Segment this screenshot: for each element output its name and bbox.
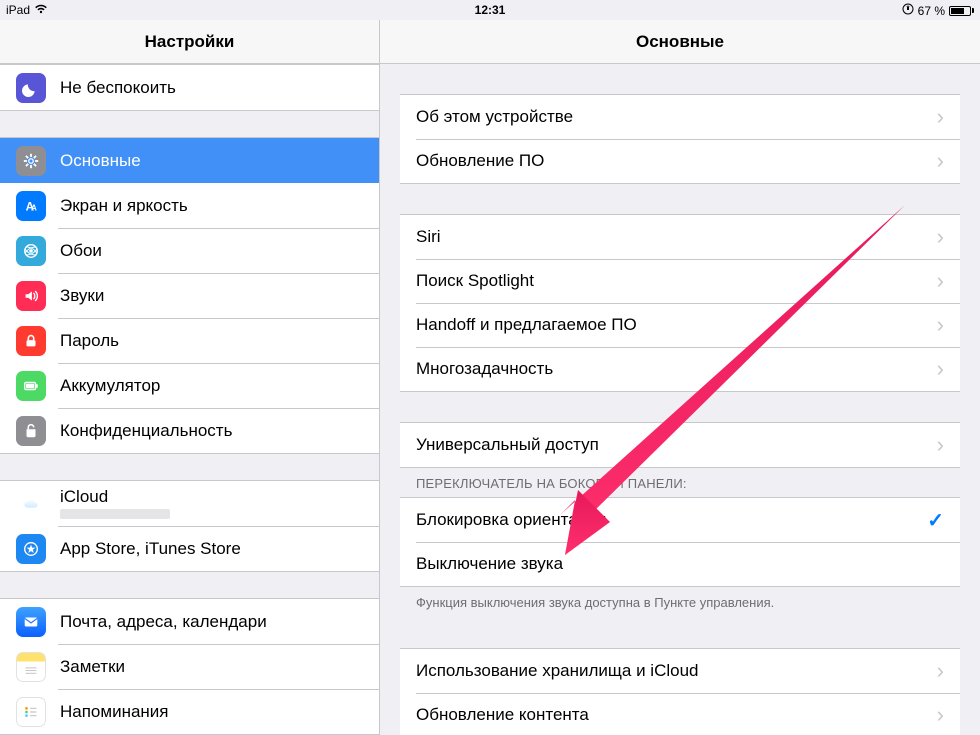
wifi-icon: [34, 3, 48, 17]
detail-row-multitasking[interactable]: Многозадачность›: [400, 347, 960, 391]
sidebar-item-label: Почта, адреса, календари: [60, 612, 363, 632]
detail-row-label: Handoff и предлагаемое ПО: [416, 315, 937, 335]
section-header-side-switch: ПЕРЕКЛЮЧАТЕЛЬ НА БОКОВОЙ ПАНЕЛИ:: [380, 468, 980, 497]
sidebar-item-sublabel: [60, 509, 170, 519]
sidebar-item-label: Конфиденциальность: [60, 421, 363, 441]
detail-row-spotlight[interactable]: Поиск Spotlight›: [400, 259, 960, 303]
settings-sidebar: Настройки Не беспокоить Основные AA Экран и…: [0, 20, 380, 735]
detail-row-software_update[interactable]: Обновление ПО›: [400, 139, 960, 183]
chevron-right-icon: ›: [937, 312, 944, 338]
sidebar-item-label: Основные: [60, 151, 363, 171]
detail-row-label: Многозадачность: [416, 359, 937, 379]
checkmark-icon: ✓: [927, 508, 944, 533]
orientation-lock-icon: [902, 3, 914, 18]
detail-row-label: Siri: [416, 227, 937, 247]
chevron-right-icon: ›: [937, 356, 944, 382]
detail-pane: Основные Об этом устройстве›Обновление П…: [380, 20, 980, 735]
section-footer-side-switch: Функция выключения звука доступна в Пунк…: [380, 587, 980, 618]
battery-icon: [949, 6, 974, 16]
chevron-right-icon: ›: [937, 658, 944, 684]
detail-row-label: Поиск Spotlight: [416, 271, 937, 291]
mail-icon: [16, 607, 46, 637]
sidebar-item-label: Экран и яркость: [60, 196, 363, 216]
wallpaper-icon: [16, 236, 46, 266]
battery-percentage: 67 %: [918, 4, 945, 18]
sidebar-item-reminders[interactable]: Напоминания: [0, 689, 379, 734]
sidebar-item-label: Пароль: [60, 331, 363, 351]
reminders-icon: [16, 697, 46, 727]
chevron-right-icon: ›: [937, 268, 944, 294]
lock-icon: [16, 326, 46, 356]
detail-row-lock_rotation[interactable]: Блокировка ориентации✓: [400, 498, 960, 542]
detail-row-accessibility[interactable]: Универсальный доступ›: [400, 423, 960, 467]
privacy-icon: [16, 416, 46, 446]
sidebar-item-label: Заметки: [60, 657, 363, 677]
sound-icon: [16, 281, 46, 311]
sidebar-item-sounds[interactable]: Звуки: [0, 273, 379, 318]
detail-row-label: Универсальный доступ: [416, 435, 937, 455]
detail-row-label: Обновление ПО: [416, 151, 937, 171]
detail-title: Основные: [380, 20, 980, 64]
detail-row-siri[interactable]: Siri›: [400, 215, 960, 259]
appstore-icon: [16, 534, 46, 564]
sidebar-item-appstore[interactable]: App Store, iTunes Store: [0, 526, 379, 571]
sidebar-item-general[interactable]: Основные: [0, 138, 379, 183]
detail-row-label: Выключение звука: [416, 554, 944, 574]
sidebar-item-label: Аккумулятор: [60, 376, 363, 396]
sidebar-item-notes[interactable]: Заметки: [0, 644, 379, 689]
sidebar-item-label: App Store, iTunes Store: [60, 539, 363, 559]
gear-icon: [16, 146, 46, 176]
chevron-right-icon: ›: [937, 224, 944, 250]
battery-icon: [16, 371, 46, 401]
status-time: 12:31: [475, 3, 506, 17]
detail-row-label: Об этом устройстве: [416, 107, 937, 127]
detail-scroll[interactable]: Об этом устройстве›Обновление ПО›Siri›По…: [380, 64, 980, 735]
sidebar-item-dnd[interactable]: Не беспокоить: [0, 65, 379, 110]
chevron-right-icon: ›: [937, 432, 944, 458]
device-label: iPad: [6, 3, 30, 17]
chevron-right-icon: ›: [937, 702, 944, 728]
sidebar-item-mail[interactable]: Почта, адреса, календари: [0, 599, 379, 644]
detail-row-storage[interactable]: Использование хранилища и iCloud›: [400, 649, 960, 693]
detail-row-label: Использование хранилища и iCloud: [416, 661, 937, 681]
notes-icon: [16, 652, 46, 682]
sidebar-item-label: Напоминания: [60, 702, 363, 722]
detail-row-label: Блокировка ориентации: [416, 510, 927, 530]
sidebar-item-icloud[interactable]: iCloud: [0, 481, 379, 526]
sidebar-item-display[interactable]: AA Экран и яркость: [0, 183, 379, 228]
moon-icon: [16, 73, 46, 103]
sidebar-item-label: Обои: [60, 241, 363, 261]
sidebar-item-privacy[interactable]: Конфиденциальность: [0, 408, 379, 453]
detail-row-label: Обновление контента: [416, 705, 937, 725]
display-icon: AA: [16, 191, 46, 221]
sidebar-scroll[interactable]: Не беспокоить Основные AA Экран и яркость Об…: [0, 64, 379, 735]
detail-row-handoff[interactable]: Handoff и предлагаемое ПО›: [400, 303, 960, 347]
detail-row-mute[interactable]: Выключение звука: [400, 542, 960, 586]
sidebar-item-passcode[interactable]: Пароль: [0, 318, 379, 363]
chevron-right-icon: ›: [937, 148, 944, 174]
sidebar-item-label: iCloud: [60, 488, 170, 507]
chevron-right-icon: ›: [937, 104, 944, 130]
sidebar-item-wallpaper[interactable]: Обои: [0, 228, 379, 273]
sidebar-item-label: Звуки: [60, 286, 363, 306]
status-bar: iPad 12:31 67 %: [0, 0, 980, 20]
cloud-icon: [16, 489, 46, 519]
detail-row-background_refresh[interactable]: Обновление контента›: [400, 693, 960, 735]
sidebar-item-battery[interactable]: Аккумулятор: [0, 363, 379, 408]
sidebar-item-label: Не беспокоить: [60, 78, 363, 98]
sidebar-title: Настройки: [0, 20, 379, 64]
svg-text:A: A: [31, 203, 37, 212]
detail-row-about[interactable]: Об этом устройстве›: [400, 95, 960, 139]
